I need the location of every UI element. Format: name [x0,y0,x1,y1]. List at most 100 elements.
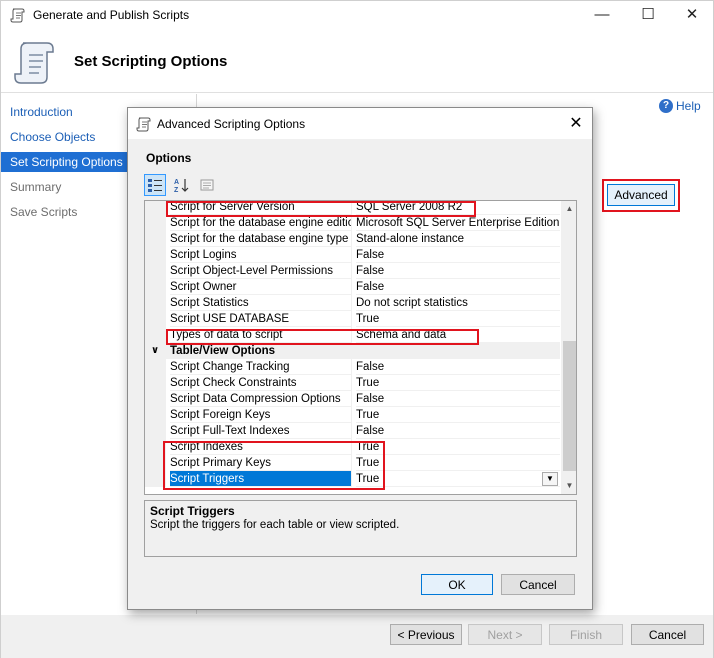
nav-item-choose-objects[interactable]: Choose Objects [1,127,136,147]
property-value[interactable]: True [356,471,560,487]
dialog-cancel-button[interactable]: Cancel [501,574,575,595]
property-value[interactable]: True [356,407,560,423]
help-icon: ? [659,99,673,113]
minimize-button[interactable]: — [579,1,625,29]
grid-vertical-scrollbar[interactable]: ▲ ▼ [561,201,576,494]
grid-row[interactable]: Types of data to script Schema and data [145,327,560,343]
property-name: Script Logins [170,247,352,263]
property-value[interactable]: Microsoft SQL Server Enterprise Edition [356,215,560,231]
grid-row-selected[interactable]: Script Triggers True ▼ [145,471,560,487]
property-name: Script Primary Keys [170,455,352,471]
description-pane: Script Triggers Script the triggers for … [144,500,577,557]
row-gutter [145,295,166,311]
nav-item-save-scripts[interactable]: Save Scripts [1,202,136,222]
property-name: Script Owner [170,279,352,295]
wizard-cancel-button[interactable]: Cancel [631,624,704,645]
grid-row[interactable]: Script for the database engine edition Mi… [145,215,560,231]
svg-text:A: A [174,179,179,186]
help-link[interactable]: ? Help [659,99,701,113]
property-value[interactable]: False [356,391,560,407]
property-name: Script for Server Version [170,201,352,215]
property-value[interactable]: True [356,311,560,327]
nav-item-introduction[interactable]: Introduction [1,102,136,122]
property-value[interactable]: False [356,423,560,439]
ok-button[interactable]: OK [421,574,493,595]
next-button[interactable]: Next > [468,624,542,645]
grid-row[interactable]: Script Indexes True [145,439,560,455]
property-value[interactable]: True [356,439,560,455]
row-gutter [145,201,166,215]
grid-row[interactable]: Script Owner False [145,279,560,295]
description-title: Script Triggers [150,504,235,518]
property-name: Script Triggers [170,471,352,487]
alphabetical-view-button[interactable]: A Z [170,174,192,196]
property-value[interactable]: Stand-alone instance [356,231,560,247]
previous-button[interactable]: < Previous [390,624,462,645]
grid-row[interactable]: Script Logins False [145,247,560,263]
finish-button[interactable]: Finish [549,624,623,645]
property-value[interactable]: Do not script statistics [356,295,560,311]
property-value[interactable]: True [356,375,560,391]
grid-row[interactable]: Script Object-Level Permissions False [145,263,560,279]
scrollbar-thumb[interactable] [563,341,576,471]
grid-row[interactable]: Script Primary Keys True [145,455,560,471]
property-value[interactable]: False [356,263,560,279]
advanced-scripting-options-dialog: Advanced Scripting Options ✕ Options A Z [127,107,593,610]
row-gutter [145,327,166,343]
row-gutter [145,423,166,439]
property-value[interactable]: False [356,247,560,263]
row-gutter [145,439,166,455]
grid-row[interactable]: Script Data Compression Options False [145,391,560,407]
dropdown-arrow-icon[interactable]: ▼ [542,472,558,486]
row-gutter [145,391,166,407]
grid-row[interactable]: Script for Server Version SQL Server 2008… [145,201,560,215]
property-name: Script Data Compression Options [170,391,352,407]
grid-row[interactable]: Script Change Tracking False [145,359,560,375]
property-value[interactable]: Schema and data [356,327,560,343]
description-text: Script the triggers for each table or vi… [150,519,400,531]
grid-row[interactable]: Script Statistics Do not script statistic… [145,295,560,311]
grid-row[interactable]: Script Check Constraints True [145,375,560,391]
grid-row[interactable]: Script USE DATABASE True [145,311,560,327]
close-window-button[interactable]: ✕ [669,1,714,29]
property-pages-button[interactable] [196,174,218,196]
grid-row[interactable]: Script for the database engine type Stand… [145,231,560,247]
scroll-down-icon[interactable]: ▼ [561,478,576,494]
property-name: Script Full-Text Indexes [170,423,352,439]
maximize-button[interactable]: ☐ [625,1,671,29]
row-gutter [145,247,166,263]
row-gutter [145,471,166,487]
property-grid: Script for Server Version SQL Server 2008… [144,200,577,495]
property-value[interactable]: True [356,455,560,471]
row-gutter [145,279,166,295]
row-gutter [145,455,166,471]
dialog-close-button[interactable]: ✕ [564,112,588,136]
help-label: Help [676,99,701,113]
scroll-up-icon[interactable]: ▲ [561,201,576,217]
property-pages-icon [200,179,214,191]
wizard-header: Set Scripting Options [1,29,713,93]
window-title: Generate and Publish Scripts [33,8,190,22]
categorized-icon [148,179,162,192]
grid-row[interactable]: Script Full-Text Indexes False [145,423,560,439]
nav-item-set-scripting-options[interactable]: Set Scripting Options [1,152,136,172]
property-name: Script Change Tracking [170,359,352,375]
row-gutter [145,311,166,327]
property-value[interactable]: False [356,359,560,375]
property-name: Script for the database engine edition [170,215,352,231]
advanced-button[interactable]: Advanced [607,184,675,206]
grid-row[interactable]: Script Foreign Keys True [145,407,560,423]
categorized-view-button[interactable] [144,174,166,196]
category-row[interactable]: ∨ Table/View Options [145,343,560,359]
property-name: Script for the database engine type [170,231,352,247]
dialog-title: Advanced Scripting Options [157,117,306,131]
property-value[interactable]: SQL Server 2008 R2 [356,201,560,215]
nav-item-summary[interactable]: Summary [1,177,136,197]
collapse-chevron-icon[interactable]: ∨ [151,343,159,359]
row-gutter [145,263,166,279]
row-gutter [145,375,166,391]
property-value[interactable]: False [356,279,560,295]
wizard-nav: Introduction Choose Objects Set Scriptin… [1,94,136,658]
script-scroll-icon [10,8,25,23]
property-name: Script Statistics [170,295,352,311]
